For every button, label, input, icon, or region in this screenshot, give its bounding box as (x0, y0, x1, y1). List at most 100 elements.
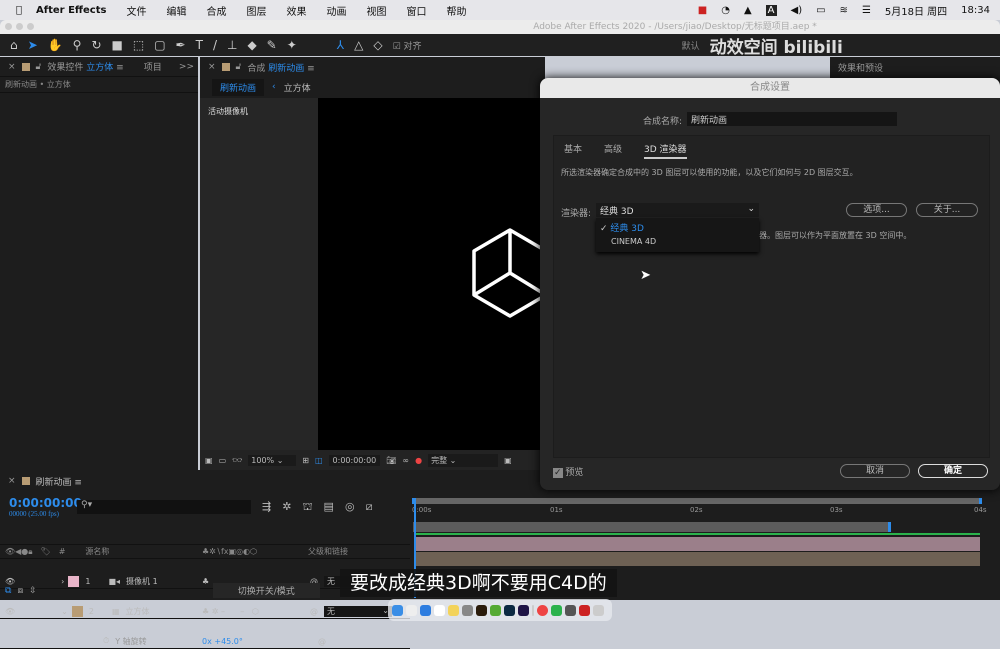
graph-editor-icon[interactable]: ⧄ (366, 500, 373, 515)
time-ruler[interactable]: 0:00s 01s 02s 03s 04s (412, 506, 987, 520)
volume-icon[interactable]: ◀) (791, 5, 803, 16)
work-area-range[interactable] (413, 522, 891, 532)
hand-tool-icon[interactable]: ✋ (48, 38, 63, 52)
about-button[interactable]: 关于... (916, 203, 978, 217)
illustrator-icon[interactable] (476, 604, 487, 616)
menu-animation[interactable]: 动画 (326, 3, 346, 18)
app-icon[interactable] (565, 604, 576, 616)
photoshop-icon[interactable] (504, 604, 515, 616)
tab-3d-renderer[interactable]: 3D 渲染器 (644, 142, 687, 159)
zoom-tool-icon[interactable]: ⚲ (73, 38, 82, 52)
layer-switches-toggle-icon[interactable]: ⧉ (5, 586, 11, 596)
collapse-icon[interactable]: ⌄ (61, 607, 68, 616)
battery-icon[interactable]: ▭ (816, 5, 825, 16)
mask-icon[interactable]: 👓︎ (232, 456, 242, 465)
axis-world-icon[interactable]: △ (354, 38, 363, 52)
layer-search-input[interactable]: ⚲▾ (77, 500, 251, 514)
in-out-toggle-icon[interactable]: ⇳ (29, 586, 37, 596)
pen-tool-icon[interactable]: ✒ (176, 38, 186, 52)
composition-viewer[interactable] (318, 98, 548, 450)
quality-select[interactable]: 完整 ⌄ (428, 453, 499, 467)
app-icon[interactable] (490, 604, 501, 616)
layer-bar-camera[interactable] (414, 537, 980, 551)
monitor-icon[interactable]: ▭ (219, 456, 227, 465)
apple-icon[interactable]:  (16, 5, 22, 16)
close-tab-icon[interactable]: × (8, 476, 16, 486)
photo-icon[interactable]: ▲ (744, 5, 752, 16)
calendar-icon[interactable] (434, 604, 445, 616)
tab-basic[interactable]: 基本 (564, 142, 582, 159)
puppet-pin-icon[interactable]: ✦ (287, 38, 297, 52)
lock-icon[interactable]: 🔓︎ (236, 62, 242, 72)
pickwhip-icon[interactable]: @ (310, 607, 318, 616)
record-icon[interactable]: ■ (698, 5, 707, 16)
stamp-tool-icon[interactable]: ⊥ (227, 38, 237, 52)
minimize-window-button[interactable] (16, 23, 23, 30)
finder-icon[interactable] (392, 604, 403, 616)
tab-effect-controls[interactable]: 效果控件 立方体 ≡ (47, 60, 123, 73)
shy-layers-icon[interactable]: ⛫ (302, 500, 312, 515)
trash-icon[interactable] (593, 604, 604, 616)
app-menu[interactable]: After Effects (36, 5, 106, 16)
menu-effect[interactable]: 效果 (286, 3, 306, 18)
menu-view[interactable]: 视图 (366, 3, 386, 18)
always-preview-icon[interactable]: ▣ (205, 456, 213, 465)
property-value[interactable]: 0x +45.0° (202, 637, 243, 646)
crumb-comp[interactable]: 刷新动画 (212, 78, 265, 96)
column-source-name[interactable]: 源名称 (85, 546, 109, 557)
frame-blending-icon[interactable]: ▤ (324, 500, 334, 515)
region-icon[interactable]: ◫ (315, 456, 323, 465)
draft-3d-icon[interactable]: ✲ (282, 500, 291, 515)
cancel-button[interactable]: 取消 (840, 464, 910, 478)
after-effects-icon[interactable] (518, 604, 529, 616)
close-window-button[interactable] (5, 23, 12, 30)
safari-icon[interactable] (420, 604, 431, 616)
eraser-tool-icon[interactable]: ◆ (247, 38, 256, 52)
roto-brush-icon[interactable]: ✎ (267, 38, 277, 52)
chrome-icon[interactable] (537, 604, 548, 616)
layer-switches[interactable]: ♣ ✲ – – ⬡ (202, 607, 259, 616)
channel-icon[interactable]: ● (415, 456, 422, 465)
work-area-bar[interactable] (412, 498, 982, 504)
tab-advanced[interactable]: 高级 (604, 142, 622, 159)
snap-checkbox[interactable]: ☑ 对齐 (393, 39, 422, 52)
transparency-grid-icon[interactable]: ▣ (504, 456, 512, 465)
control-center-icon[interactable]: ☰ (862, 5, 871, 16)
option-classic-3d[interactable]: ✓ 经典 3D (596, 218, 759, 235)
more-panels[interactable]: >> (179, 62, 198, 72)
wechat-icon[interactable] (551, 604, 562, 616)
layer-bar-cube[interactable] (414, 552, 980, 566)
preview-checkbox[interactable]: ✓ 预览 (553, 465, 583, 478)
launchpad-icon[interactable] (406, 604, 417, 616)
tab-composition[interactable]: 合成 刷新动画 ≡ (247, 61, 314, 74)
menu-file[interactable]: 文件 (126, 3, 146, 18)
home-icon[interactable]: ⌂ (10, 38, 18, 52)
menu-edit[interactable]: 编辑 (166, 3, 186, 18)
snapshot-icon[interactable]: 📷︎ (386, 456, 396, 465)
clock-icon[interactable]: ◔ (721, 5, 730, 16)
rotate-tool-icon[interactable]: ↻ (91, 38, 101, 52)
options-button[interactable]: 选项... (846, 203, 907, 217)
layer-row[interactable]: 👁︎ ⌄ 2 ▦ 立方体 ♣ ✲ – – ⬡ @ 无 ⌄ (0, 604, 410, 619)
menu-window[interactable]: 窗口 (406, 3, 426, 18)
axis-local-icon[interactable]: ⅄ (337, 38, 344, 52)
lock-icon[interactable]: 🔓︎ (36, 62, 42, 72)
parent-select[interactable]: 无⌄ (324, 605, 392, 617)
menu-composition[interactable]: 合成 (206, 3, 226, 18)
composition-flowchart-icon[interactable]: ⇶ (262, 500, 271, 515)
axis-view-icon[interactable]: ◇ (373, 38, 382, 52)
column-parent[interactable]: 父级和链接 (308, 546, 348, 557)
selection-tool-icon[interactable]: ➤ (28, 38, 38, 52)
tab-project[interactable]: 项目 (144, 60, 162, 73)
close-tab-icon[interactable]: × (8, 62, 16, 72)
layer-color-swatch[interactable] (71, 605, 83, 617)
settings-icon[interactable] (462, 604, 473, 616)
comp-name-input[interactable]: 刷新动画 (687, 112, 897, 126)
menu-layer[interactable]: 图层 (246, 3, 266, 18)
crumb-layer[interactable]: 立方体 (284, 81, 311, 94)
toggle-switches-modes[interactable]: 切换开关/模式 (212, 583, 320, 598)
camera-tool-icon[interactable]: ■ (112, 38, 123, 52)
pan-behind-icon[interactable]: ⬚ (133, 38, 144, 52)
renderer-select[interactable]: 经典 3D ⌄ (596, 203, 759, 217)
rectangle-tool-icon[interactable]: ▢ (154, 38, 165, 52)
